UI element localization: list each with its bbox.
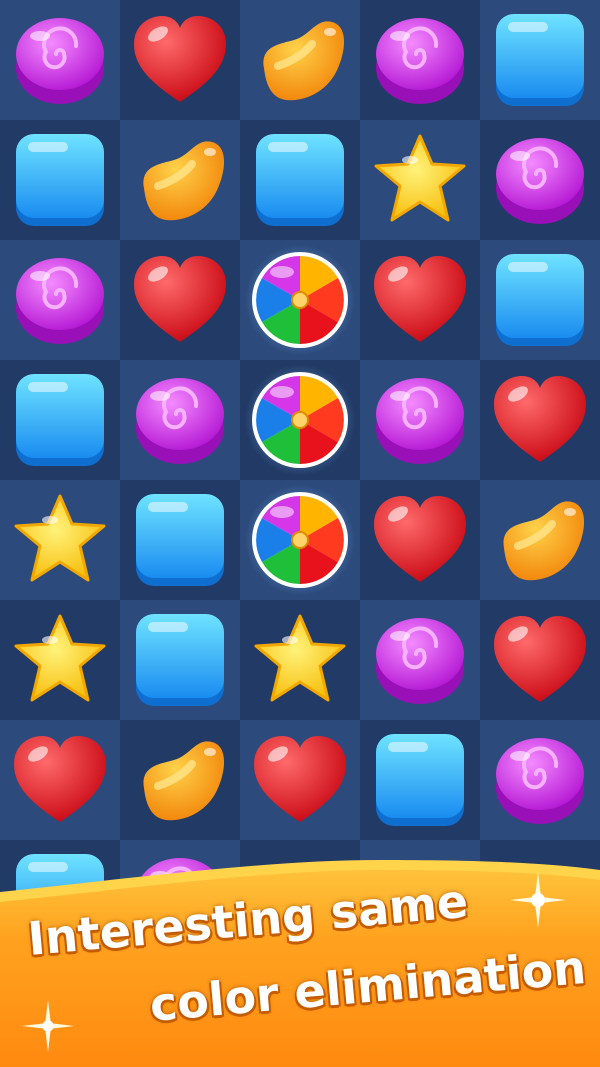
red-heart-candy[interactable] [490,370,590,470]
board-cell[interactable] [240,720,360,840]
red-heart-candy[interactable] [10,730,110,830]
board-cell[interactable] [120,720,240,840]
blue-square-candy[interactable] [370,730,470,830]
rainbow-ball-candy[interactable] [250,370,350,470]
board-cell[interactable] [120,240,240,360]
rainbow-ball-candy[interactable] [250,250,350,350]
blue-square-candy[interactable] [250,130,350,230]
blue-square-candy[interactable] [490,10,590,110]
board-cell[interactable] [0,600,120,720]
board-cell[interactable] [480,480,600,600]
purple-swirl-candy[interactable] [10,10,110,110]
board-cell[interactable] [360,720,480,840]
purple-swirl-candy[interactable] [370,10,470,110]
sparkle-icon [21,999,75,1053]
board-cell[interactable] [360,600,480,720]
board-cell[interactable] [240,240,360,360]
board-cell[interactable] [360,120,480,240]
board-cell[interactable] [480,600,600,720]
blue-square-candy[interactable] [130,490,230,590]
orange-bean-candy[interactable] [130,130,230,230]
red-heart-candy[interactable] [370,250,470,350]
rainbow-ball-candy[interactable] [250,490,350,590]
board-cell[interactable] [0,480,120,600]
board-cell[interactable] [240,480,360,600]
board-cell[interactable] [480,0,600,120]
yellow-star-candy[interactable] [370,130,470,230]
purple-swirl-candy[interactable] [130,370,230,470]
board-cell[interactable] [480,120,600,240]
red-heart-candy[interactable] [130,10,230,110]
red-heart-candy[interactable] [130,250,230,350]
blue-square-candy[interactable] [490,250,590,350]
blue-square-candy[interactable] [10,130,110,230]
board-cell[interactable] [360,360,480,480]
board-cell[interactable] [240,360,360,480]
purple-swirl-candy[interactable] [370,370,470,470]
board-cell[interactable] [120,120,240,240]
purple-swirl-candy[interactable] [490,130,590,230]
blue-square-candy[interactable] [130,610,230,710]
blue-square-candy[interactable] [10,370,110,470]
orange-bean-candy[interactable] [130,730,230,830]
red-heart-candy[interactable] [490,610,590,710]
game-board [0,0,600,960]
yellow-star-candy[interactable] [10,490,110,590]
orange-bean-candy[interactable] [490,490,590,590]
red-heart-candy[interactable] [250,730,350,830]
yellow-star-candy[interactable] [250,610,350,710]
purple-swirl-candy[interactable] [370,610,470,710]
board-cell[interactable] [120,600,240,720]
yellow-star-candy[interactable] [10,610,110,710]
orange-bean-candy[interactable] [250,10,350,110]
board-cell[interactable] [120,0,240,120]
board-cell[interactable] [360,0,480,120]
board-cell[interactable] [240,120,360,240]
board-cell[interactable] [360,480,480,600]
red-heart-candy[interactable] [370,490,470,590]
board-cell[interactable] [0,0,120,120]
board-cell[interactable] [0,120,120,240]
sparkle-icon [510,872,566,928]
board-cell[interactable] [240,600,360,720]
board-cell[interactable] [0,240,120,360]
board-cell[interactable] [480,720,600,840]
board-cell[interactable] [240,0,360,120]
board-cell[interactable] [360,240,480,360]
board-cell[interactable] [120,480,240,600]
board-cell[interactable] [0,360,120,480]
purple-swirl-candy[interactable] [10,250,110,350]
board-cell[interactable] [480,360,600,480]
purple-swirl-candy[interactable] [490,730,590,830]
board-cell[interactable] [120,360,240,480]
board-cell[interactable] [0,720,120,840]
board-cell[interactable] [480,240,600,360]
